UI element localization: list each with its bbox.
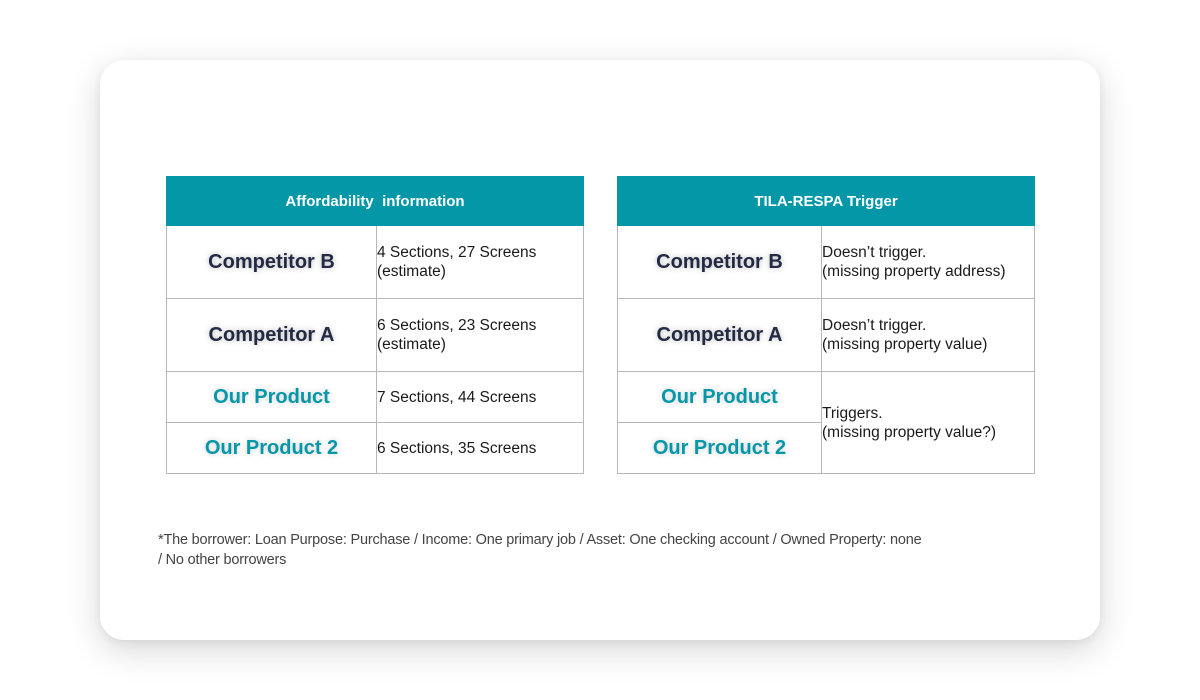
table-row: Our Product 7 Sections, 44 Screens xyxy=(166,371,585,423)
value-cell: Triggers. (missing property value?) xyxy=(821,371,1035,474)
value-line: Triggers. xyxy=(822,404,883,422)
value-line: (missing property address) xyxy=(822,263,1006,280)
table-row: Competitor A Doesn’t trigger. (missing pr… xyxy=(617,298,1035,372)
value-line: (missing property value?) xyxy=(822,423,997,441)
footnote-line: *The borrower: Loan Purpose: Purchase / … xyxy=(158,532,922,548)
affordability-table-header: Affordability information xyxy=(165,176,585,226)
product-cell: Competitor A xyxy=(617,298,822,372)
table-row: Competitor A 6 Sections, 23 Screens (esti… xyxy=(166,298,585,372)
value-line: 6 Sections, 23 Screens xyxy=(377,317,537,334)
table-row: Our Product Triggers. (missing property v… xyxy=(617,371,1035,474)
table-row: Competitor B 4 Sections, 27 Screens (esti… xyxy=(166,225,585,299)
product-name-competitor-a: Competitor A xyxy=(208,323,335,346)
trigger-table-header: TILA-RESPA Trigger xyxy=(617,176,1035,226)
product-name-competitor-a: Competitor A xyxy=(656,323,783,346)
value-line: (estimate) xyxy=(377,263,446,280)
value-cell: 4 Sections, 27 Screens (estimate) xyxy=(375,225,585,299)
trigger-table: TILA-RESPA Trigger Competitor B Doesn’t … xyxy=(617,176,1035,474)
product-name-our-product: Our Product xyxy=(213,385,330,408)
value-line: (estimate) xyxy=(377,336,446,353)
footnote-line: / No other borrowers xyxy=(158,552,287,568)
value-cell: Doesn’t trigger. (missing property value) xyxy=(821,298,1035,372)
value-line: 4 Sections, 27 Screens xyxy=(377,244,537,261)
product-name-our-product-2: Our Product 2 xyxy=(204,436,339,459)
value-cell: 7 Sections, 44 Screens xyxy=(375,371,585,423)
value-line: Doesn’t trigger. xyxy=(822,317,927,334)
affordability-table: Affordability information Competitor B 4… xyxy=(165,176,585,474)
product-cell: Competitor B xyxy=(617,225,822,299)
product-name-competitor-b: Competitor B xyxy=(208,250,335,273)
table-row: Our Product 2 6 Sections, 35 Screens xyxy=(166,422,585,474)
footnote: *The borrower: Loan Purpose: Purchase / … xyxy=(158,530,978,570)
value-line: 6 Sections, 35 Screens xyxy=(377,439,537,457)
product-cell: Competitor A xyxy=(166,298,377,372)
value-cell: 6 Sections, 23 Screens (estimate) xyxy=(375,298,585,372)
value-cell: 6 Sections, 35 Screens xyxy=(375,422,585,474)
content-card: Affordability information Competitor B 4… xyxy=(100,60,1100,640)
table-row: Competitor B Doesn’t trigger. (missing pr… xyxy=(617,225,1035,299)
product-cell: Our Product 2 xyxy=(166,422,377,474)
product-cell: Competitor B xyxy=(166,225,377,299)
product-cell: Our Product xyxy=(617,371,822,423)
value-line: 7 Sections, 44 Screens xyxy=(377,388,537,406)
product-name-competitor-b: Competitor B xyxy=(656,250,783,273)
value-line: Doesn’t trigger. xyxy=(822,244,927,261)
product-cell: Our Product xyxy=(166,371,377,423)
product-name-our-product-2: Our Product 2 xyxy=(652,436,787,459)
value-cell: Doesn’t trigger. (missing property addres… xyxy=(821,225,1035,299)
product-name-our-product: Our Product xyxy=(661,385,778,408)
value-line: (missing property value) xyxy=(822,336,988,353)
product-cell: Our Product 2 xyxy=(617,422,822,474)
